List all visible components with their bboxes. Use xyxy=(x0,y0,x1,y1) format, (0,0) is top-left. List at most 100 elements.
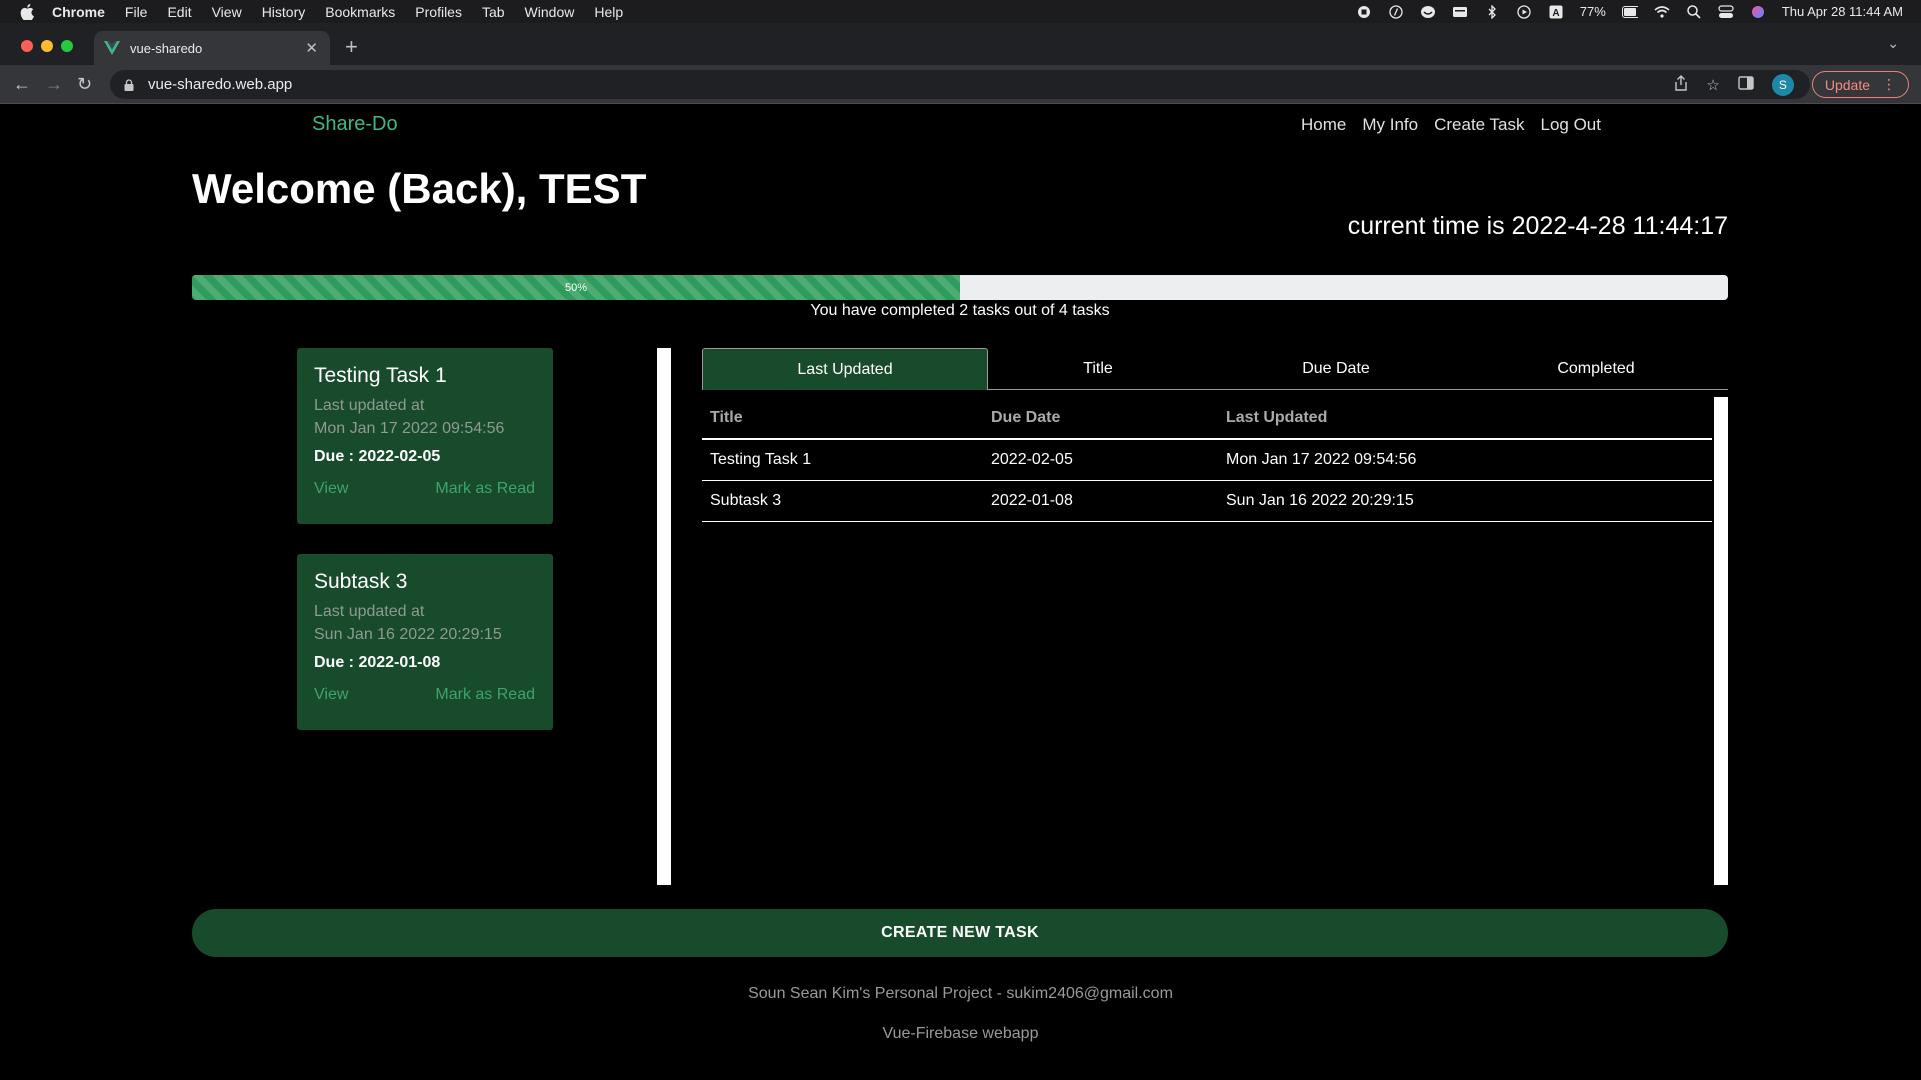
task-card-mark-read-link[interactable]: Mark as Read xyxy=(435,686,535,704)
siri-icon[interactable] xyxy=(1750,5,1766,19)
share-icon[interactable] xyxy=(1674,74,1688,95)
task-table-wrapper: Title Due Date Last Updated Testing Task… xyxy=(702,397,1712,885)
cell-title: Testing Task 1 xyxy=(702,439,983,481)
task-card-updated-label: Last updated at xyxy=(314,397,425,414)
battery-percent: 77% xyxy=(1579,4,1606,19)
browser-toolbar: ← → ↻ vue-sharedo.web.app ☆ S Update ⋮ xyxy=(0,65,1921,104)
webpage: Share-Do Home My Info Create Task Log Ou… xyxy=(0,105,1921,1080)
side-panel-icon[interactable] xyxy=(1738,75,1754,94)
tab-search-chevron-icon[interactable]: ⌄ xyxy=(1887,35,1899,52)
task-card-list: Testing Task 1 Last updated at Mon Jan 1… xyxy=(297,348,553,760)
script-icon[interactable] xyxy=(1388,4,1404,19)
reload-icon[interactable]: ↻ xyxy=(77,74,92,95)
task-card-actions: View Mark as Read xyxy=(314,686,535,704)
task-card-due: Due : 2022-01-08 xyxy=(314,654,441,671)
task-card-view-link[interactable]: View xyxy=(314,686,348,704)
task-card-title: Testing Task 1 xyxy=(314,364,447,387)
cell-due-date: 2022-02-05 xyxy=(983,439,1218,481)
menu-profiles[interactable]: Profiles xyxy=(415,4,462,20)
sort-tabs: Last Updated Title Due Date Completed xyxy=(702,348,1728,390)
task-card-updated: Mon Jan 17 2022 09:54:56 xyxy=(314,420,505,437)
bluetooth-icon[interactable] xyxy=(1484,4,1500,19)
menu-history[interactable]: History xyxy=(262,4,306,20)
play-icon[interactable] xyxy=(1516,4,1532,19)
bookmark-star-icon[interactable]: ☆ xyxy=(1706,76,1719,94)
menu-view[interactable]: View xyxy=(212,4,242,20)
vue-favicon-icon xyxy=(104,41,120,55)
cell-last-updated: Mon Jan 17 2022 09:54:56 xyxy=(1218,439,1712,481)
address-url: vue-sharedo.web.app xyxy=(148,76,293,93)
tab-title[interactable]: Title xyxy=(988,348,1208,390)
apple-icon[interactable] xyxy=(20,3,34,20)
column-header-last-updated[interactable]: Last Updated xyxy=(1218,397,1712,440)
chat-icon[interactable] xyxy=(1420,5,1436,19)
battery-icon[interactable] xyxy=(1621,5,1638,19)
chrome-update-button[interactable]: Update ⋮ xyxy=(1811,71,1909,98)
new-tab-icon[interactable]: + xyxy=(345,34,358,60)
progress-summary: You have completed 2 tasks out of 4 task… xyxy=(810,302,1110,319)
progress-fill: 50% xyxy=(192,275,960,300)
table-row[interactable]: Subtask 3 2022-01-08 Sun Jan 16 2022 20:… xyxy=(702,480,1712,522)
site-nav: Home My Info Create Task Log Out xyxy=(1301,115,1601,135)
window-zoom-button[interactable] xyxy=(61,40,73,52)
task-card-updated-label: Last updated at xyxy=(314,603,425,620)
column-header-title[interactable]: Title xyxy=(702,397,983,440)
nav-log-out[interactable]: Log Out xyxy=(1541,115,1602,135)
tab-last-updated[interactable]: Last Updated xyxy=(702,348,988,390)
control-center-icon[interactable] xyxy=(1718,4,1734,19)
cell-title: Subtask 3 xyxy=(702,480,983,522)
browser-tab-title: vue-sharedo xyxy=(130,40,203,56)
menubar-tray: A 77% Thu Apr 28 11:44 AM xyxy=(1356,0,1903,23)
tab-completed[interactable]: Completed xyxy=(1464,348,1728,390)
task-card-view-link[interactable]: View xyxy=(314,480,348,498)
profile-avatar[interactable]: S xyxy=(1771,73,1794,96)
column-header-due-date[interactable]: Due Date xyxy=(983,397,1218,440)
tab-due-date[interactable]: Due Date xyxy=(1208,348,1464,390)
spotlight-search-icon[interactable] xyxy=(1686,4,1702,19)
browser-tab-active[interactable]: vue-sharedo ✕ xyxy=(94,31,330,65)
menu-file[interactable]: File xyxy=(125,4,148,20)
create-new-task-button[interactable]: CREATE NEW TASK xyxy=(192,909,1728,957)
task-card-actions: View Mark as Read xyxy=(314,480,535,498)
address-bar[interactable]: vue-sharedo.web.app xyxy=(110,70,1810,99)
record-icon[interactable] xyxy=(1356,5,1372,19)
window-close-button[interactable] xyxy=(21,40,33,52)
task-card-mark-read-link[interactable]: Mark as Read xyxy=(435,480,535,498)
forward-arrow-icon[interactable]: → xyxy=(45,74,63,95)
card-icon[interactable] xyxy=(1452,5,1468,19)
table-row[interactable]: Testing Task 1 2022-02-05 Mon Jan 17 202… xyxy=(702,439,1712,481)
nav-home[interactable]: Home xyxy=(1301,115,1346,135)
svg-text:A: A xyxy=(1552,8,1559,19)
update-label: Update xyxy=(1824,76,1870,93)
task-card-due: Due : 2022-02-05 xyxy=(314,448,441,465)
current-time: current time is 2022-4-28 11:44:17 xyxy=(1347,212,1728,240)
menu-window[interactable]: Window xyxy=(525,4,575,20)
menu-edit[interactable]: Edit xyxy=(167,4,191,20)
input-source-icon[interactable]: A xyxy=(1548,5,1564,19)
macos-menubar: Chrome File Edit View History Bookmarks … xyxy=(0,0,1921,23)
site-brand[interactable]: Share-Do xyxy=(312,113,398,136)
menu-app-name[interactable]: Chrome xyxy=(52,4,105,20)
footer-credit: Soun Sean Kim's Personal Project - sukim… xyxy=(748,985,1173,1002)
task-card: Subtask 3 Last updated at Sun Jan 16 202… xyxy=(297,554,553,730)
nav-create-task[interactable]: Create Task xyxy=(1434,115,1524,135)
back-arrow-icon[interactable]: ← xyxy=(13,74,31,95)
menu-tab[interactable]: Tab xyxy=(482,4,505,20)
kebab-menu-icon[interactable]: ⋮ xyxy=(1882,76,1896,93)
menu-help[interactable]: Help xyxy=(594,4,623,20)
task-card-updated: Sun Jan 16 2022 20:29:15 xyxy=(314,626,502,643)
table-scrollbar[interactable] xyxy=(1714,397,1728,885)
cell-last-updated: Sun Jan 16 2022 20:29:15 xyxy=(1218,480,1712,522)
lock-icon[interactable] xyxy=(124,78,134,91)
menubar-datetime[interactable]: Thu Apr 28 11:44 AM xyxy=(1782,4,1903,19)
window-minimize-button[interactable] xyxy=(41,40,53,52)
task-table: Title Due Date Last Updated Testing Task… xyxy=(702,397,1712,522)
welcome-heading: Welcome (Back), TEST xyxy=(192,165,647,212)
wifi-icon[interactable] xyxy=(1654,5,1670,19)
card-list-scrollbar[interactable] xyxy=(657,348,671,885)
nav-my-info[interactable]: My Info xyxy=(1362,115,1418,135)
table-header-row: Title Due Date Last Updated xyxy=(702,397,1712,440)
task-progress-bar: 50% xyxy=(192,275,1728,300)
tab-close-icon[interactable]: ✕ xyxy=(305,39,318,57)
menu-bookmarks[interactable]: Bookmarks xyxy=(325,4,395,20)
